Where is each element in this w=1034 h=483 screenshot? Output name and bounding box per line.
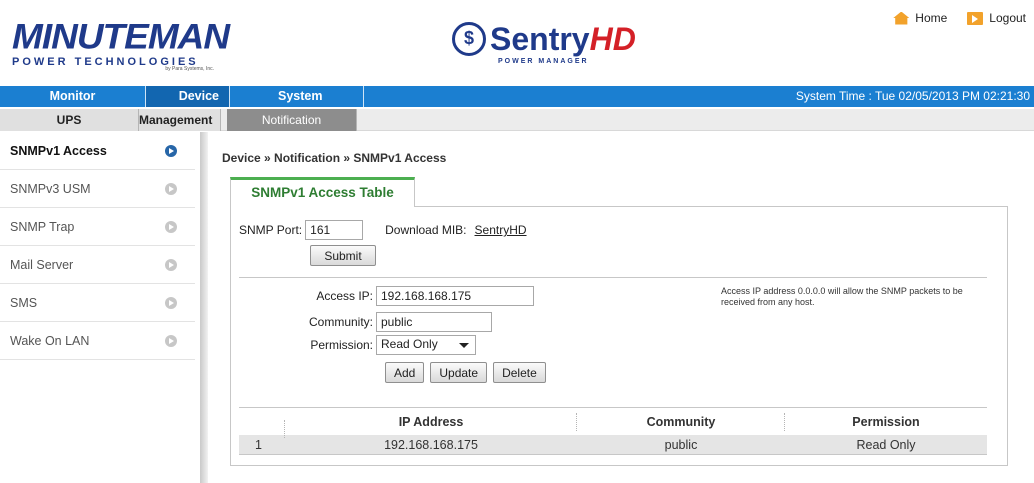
- submit-button[interactable]: Submit: [310, 245, 376, 266]
- home-link[interactable]: Home: [893, 11, 947, 25]
- permission-value: Read Only: [381, 337, 438, 351]
- arrow-right-icon: [165, 145, 177, 157]
- divider: [239, 277, 987, 278]
- arrow-right-icon: [165, 221, 177, 233]
- sentryhd-logo: $ SentryHD POWER MANAGER: [452, 20, 636, 80]
- download-mib-link[interactable]: SentryHD: [475, 223, 527, 237]
- sidebar-item-label: SNMPv1 Access: [10, 144, 107, 158]
- arrow-right-icon: [165, 297, 177, 309]
- header: MINUTEMAN POWER TECHNOLOGIES by Para Sys…: [0, 0, 1034, 86]
- sidebar: SNMPv1 Access SNMPv3 USM SNMP Trap Mail …: [0, 132, 208, 483]
- snmp-port-row: SNMP Port: Download MIB: SentryHD: [239, 220, 527, 240]
- breadcrumb: Device » Notification » SNMPv1 Access: [222, 151, 447, 165]
- column-header-ip-address: IP Address: [285, 412, 577, 431]
- cell-ip-address: 192.168.168.175: [384, 437, 478, 452]
- arrow-right-icon: [165, 259, 177, 271]
- sidebar-item-label: Mail Server: [10, 258, 74, 272]
- tab-snmpv1-access-table[interactable]: SNMPv1 Access Table: [230, 177, 415, 207]
- cell-community: public: [664, 437, 698, 452]
- update-button[interactable]: Update: [430, 362, 488, 383]
- community-row: Community:: [239, 312, 492, 332]
- brand-parent: by Para Systems, Inc.: [165, 66, 214, 72]
- nav-device[interactable]: Device: [146, 86, 230, 107]
- community-label: Community:: [308, 315, 373, 329]
- permission-select[interactable]: Read Only: [376, 335, 476, 355]
- access-ip-row: Access IP:: [239, 286, 534, 306]
- brand-name: MINUTEMAN: [12, 17, 230, 56]
- download-mib-label: Download MIB:: [385, 223, 467, 237]
- table-header: IP Address Community Permission: [239, 407, 987, 438]
- sub-nav: UPS Management Notification: [0, 109, 1034, 131]
- community-input[interactable]: [376, 312, 492, 332]
- column-header-community: Community: [577, 412, 785, 431]
- nav-monitor[interactable]: Monitor: [0, 86, 146, 107]
- main-nav: Monitor Device System System Time : Tue …: [0, 86, 1034, 107]
- system-time: System Time : Tue 02/05/2013 PM 02:21:30: [795, 89, 1030, 103]
- permission-label: Permission:: [310, 338, 373, 352]
- sidebar-shadow: [200, 132, 208, 483]
- sidebar-item-wake-on-lan[interactable]: Wake On LAN: [0, 322, 195, 360]
- add-button[interactable]: Add: [385, 362, 425, 383]
- permission-row: Permission: Read Only: [239, 335, 476, 355]
- sidebar-item-label: SNMPv3 USM: [10, 182, 91, 196]
- arrow-right-icon: [165, 183, 177, 195]
- sidebar-item-mail-server[interactable]: Mail Server: [0, 246, 195, 284]
- chevron-down-icon: [459, 343, 469, 348]
- plug-icon: $: [452, 22, 486, 56]
- sidebar-item-sms[interactable]: SMS: [0, 284, 195, 322]
- logout-link[interactable]: Logout: [967, 11, 1026, 25]
- logout-label: Logout: [989, 11, 1026, 25]
- sidebar-item-snmpv3-usm[interactable]: SNMPv3 USM: [0, 170, 195, 208]
- access-ip-label: Access IP:: [316, 289, 373, 303]
- sidebar-item-snmp-trap[interactable]: SNMP Trap: [0, 208, 195, 246]
- table-row[interactable]: 1 192.168.168.175 public Read Only: [239, 435, 987, 455]
- action-buttons: Add Update Delete: [385, 362, 546, 383]
- product-name: SentryHD: [490, 21, 636, 57]
- minuteman-logo: MINUTEMAN POWER TECHNOLOGIES by Para Sys…: [12, 17, 230, 74]
- cell-permission: Read Only: [856, 437, 916, 452]
- subnav-management[interactable]: Management: [139, 109, 221, 131]
- sidebar-item-label: SMS: [10, 296, 38, 310]
- sidebar-item-label: Wake On LAN: [10, 334, 90, 348]
- delete-button[interactable]: Delete: [493, 362, 546, 383]
- access-table: IP Address Community Permission 1 192.16…: [239, 407, 987, 455]
- column-header-permission: Permission: [852, 414, 920, 429]
- home-label: Home: [915, 11, 948, 25]
- snmp-port-input[interactable]: [305, 220, 364, 240]
- access-ip-note: Access IP address 0.0.0.0 will allow the…: [721, 286, 963, 307]
- access-table-panel: SNMP Port: Download MIB: SentryHD Submit…: [230, 206, 1008, 466]
- arrow-right-icon: [165, 335, 177, 347]
- subnav-notification[interactable]: Notification: [227, 109, 357, 131]
- snmp-port-label: SNMP Port:: [239, 223, 303, 237]
- sidebar-item-snmpv1-access[interactable]: SNMPv1 Access: [0, 132, 195, 170]
- product-subtitle: POWER MANAGER: [498, 58, 589, 65]
- home-icon: [893, 11, 910, 25]
- subnav-ups[interactable]: UPS: [0, 109, 139, 131]
- sidebar-item-label: SNMP Trap: [10, 220, 75, 234]
- top-links: Home Logout: [893, 11, 1026, 25]
- logout-icon: [967, 11, 984, 25]
- nav-system[interactable]: System: [230, 86, 364, 107]
- cell-index: 1: [255, 437, 262, 452]
- access-ip-input[interactable]: [376, 286, 534, 306]
